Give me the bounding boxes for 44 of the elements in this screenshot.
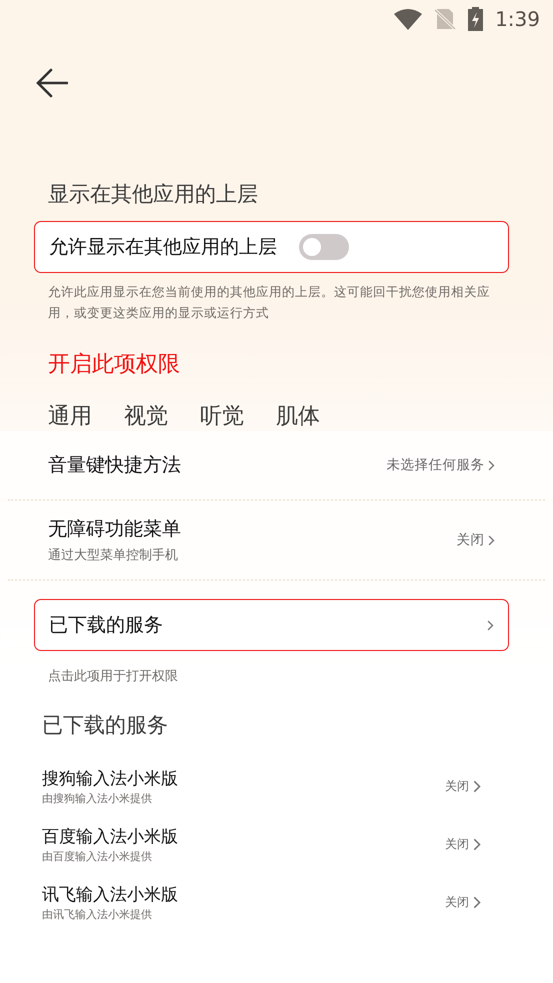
setting-title: 无障碍功能菜单 [48,517,181,542]
toggle-label: 允许显示在其他应用的上层 [49,235,277,260]
toggle-row[interactable]: 允许显示在其他应用的上层 [34,221,509,273]
status-time: 1:39 [495,7,540,31]
category-tab[interactable]: 听觉 [200,401,244,431]
description-text: 允许此应用显示在您当前使用的其他应用的上层。这可能回干扰您使用相关应用，或变更这类应用的显示或运行方式 [47,283,491,322]
section-title: 显示在其他应用的上层 [47,181,259,208]
category-tab[interactable]: 通用 [48,401,92,431]
service-subtitle: 由讯飞输入法小米提供 [42,906,153,922]
service-row[interactable]: 搜狗输入法小米版 由搜狗输入法小米提供 关闭 [0,757,553,815]
service-row[interactable]: 百度输入法小米版 由百度输入法小米提供 关闭 [0,815,553,873]
service-subtitle: 由搜狗输入法小米提供 [42,790,153,806]
downloaded-services-row[interactable]: 已下载的服务 [34,599,509,651]
service-row[interactable]: 讯飞输入法小米版 由讯飞输入法小米提供 关闭 [0,873,553,931]
annotation-text: 开启此项权限 [47,351,181,379]
service-title: 百度输入法小米版 [42,826,178,848]
wifi-icon [394,8,422,30]
toggle-switch[interactable] [299,234,349,260]
category-tab[interactable]: 视觉 [124,401,168,431]
chevron-icon [488,460,495,470]
service-status[interactable]: 关闭 [445,836,481,852]
chevron-icon [473,838,481,850]
chevron-icon [488,534,495,546]
service-title: 讯飞输入法小米版 [42,884,178,906]
setting-title: 音量键快捷方法 [48,453,181,478]
service-status[interactable]: 关闭 [445,894,481,910]
setting-subtitle: 通过大型菜单控制手机 [48,547,179,564]
setting-value[interactable]: 未选择任何服务 [386,456,495,474]
settings-row[interactable]: 音量键快捷方法 未选择任何服务 [0,431,553,499]
battery-charging-icon [468,7,484,31]
back-button[interactable] [36,68,68,98]
chevron-icon [473,780,481,792]
service-status[interactable]: 关闭 [445,778,481,794]
row-title: 已下载的服务 [49,613,163,638]
hint-text: 点击此项用于打开权限 [47,668,179,685]
category-tab[interactable]: 肌体 [276,401,320,431]
chevron-icon [473,896,481,908]
service-subtitle: 由百度输入法小米提供 [42,848,153,864]
service-title: 搜狗输入法小米版 [42,768,178,790]
chevron-icon [487,620,494,630]
section-title: 已下载的服务 [41,712,169,739]
back-arrow-icon [36,68,68,98]
setting-value[interactable]: 关闭 [456,531,495,549]
no-sim-icon [434,8,456,30]
